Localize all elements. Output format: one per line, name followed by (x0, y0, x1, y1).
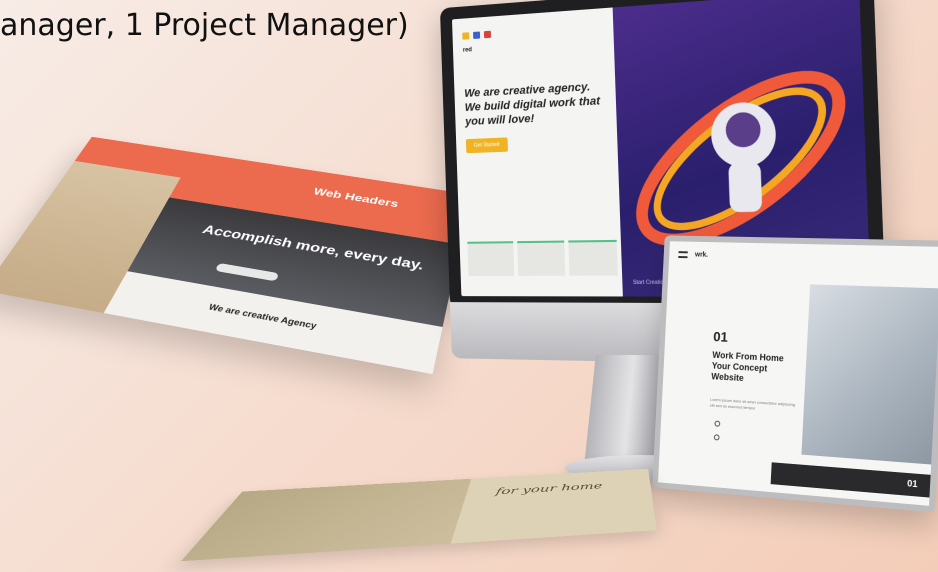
screen-feature-cards (467, 239, 618, 276)
menu-icon (678, 251, 688, 259)
mockup-number: 01 (712, 328, 729, 345)
color-dot (483, 30, 492, 39)
feature-card (517, 240, 566, 276)
mockup-title: Work From Home Your Concept Website (711, 349, 784, 383)
screen-left-panel: red We are creative agency. We build dig… (452, 7, 623, 296)
feature-card (568, 239, 618, 276)
website-mockup-right: wrk. 01 Work From Home Your Concept Webs… (652, 235, 938, 513)
bar-number: 01 (906, 478, 918, 490)
website-mockup-left: Web Headers Accomplish more, every day. … (0, 136, 472, 375)
instagram-icon (713, 434, 720, 441)
mockup-bottom-bar: 01 (770, 462, 931, 498)
mockup-logo: wrk. (694, 251, 709, 259)
mockup-footer-text: We are creative Agency (207, 302, 318, 331)
mockup-hero-button (214, 262, 280, 282)
interior-photo (181, 478, 472, 562)
facebook-icon (714, 420, 721, 427)
mockup-body-text: Lorem ipsum dolor sit amet consectetur a… (709, 396, 796, 411)
mockup-brand: Web Headers (311, 185, 400, 210)
screen-color-dots (462, 23, 602, 40)
screen-heading: We are creative agency. We build digital… (464, 80, 601, 128)
mockup-tagline: for your home (494, 480, 603, 497)
screen-cta-button: Get Started (465, 137, 508, 154)
color-dot (462, 32, 470, 40)
office-photo (801, 284, 938, 465)
page-title: anager, 1 Project Manager) (0, 8, 409, 43)
mockup-nav: wrk. (669, 241, 938, 275)
screen-logo: red (462, 47, 473, 54)
website-mockup-bottom: for your home (181, 468, 657, 562)
color-dot (473, 31, 481, 39)
feature-card (467, 241, 515, 276)
